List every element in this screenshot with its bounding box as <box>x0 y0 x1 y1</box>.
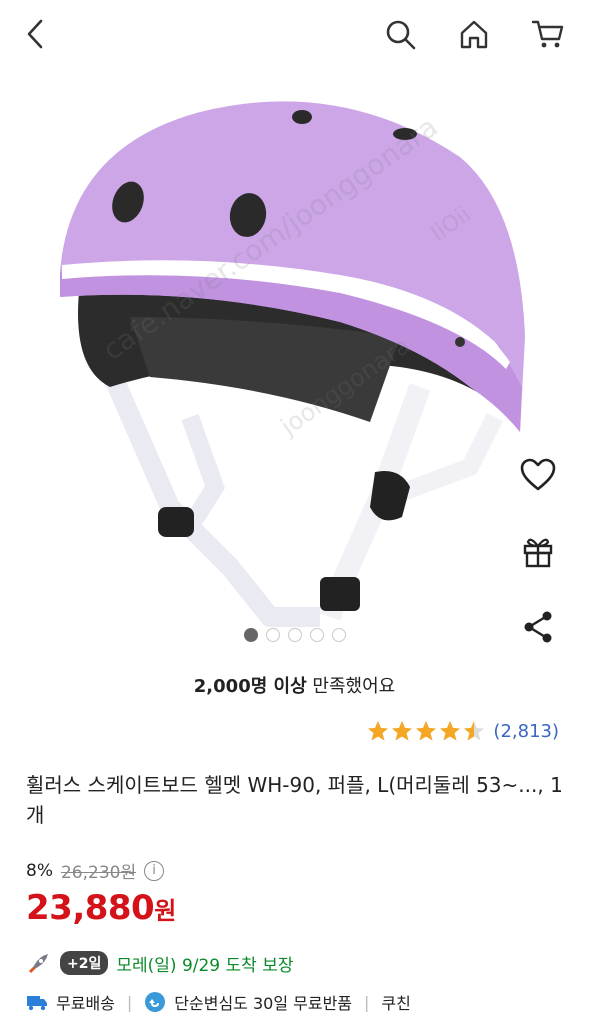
rating[interactable]: (2,813) <box>367 720 559 742</box>
cart-button[interactable] <box>528 14 568 54</box>
delivery-badge: +2일 <box>60 951 109 975</box>
satisfaction-label: 만족했어요 <box>306 676 396 697</box>
gift-button[interactable] <box>512 521 564 581</box>
divider: | <box>364 992 370 1012</box>
star-icon <box>464 721 485 741</box>
carousel-dot[interactable] <box>243 628 258 642</box>
home-button[interactable] <box>454 14 494 54</box>
search-button[interactable] <box>380 14 420 54</box>
star-icon <box>416 721 437 741</box>
carousel-dot[interactable] <box>309 628 324 642</box>
star-icon <box>368 721 389 741</box>
gift-icon <box>523 538 553 568</box>
cart-icon <box>531 20 564 48</box>
price-discount-row: 8% 26,230원 i <box>26 858 165 883</box>
benefits-row: 무료배송 | 단순변심도 30일 무료반품 | 쿠친 <box>26 990 411 1014</box>
delivery-date: 모레(일) 9/29 도착 보장 <box>116 955 294 976</box>
free-shipping-label: 무료배송 <box>56 994 115 1013</box>
product-title: 휠러스 스케이트보드 헬멧 WH-90, 퍼플, L(머리둘레 53~..., … <box>26 773 563 827</box>
return-icon <box>145 992 166 1012</box>
coupon-label[interactable]: 쿠친 <box>381 990 410 1014</box>
rocket-icon <box>28 954 48 974</box>
carousel-dot[interactable] <box>331 628 346 642</box>
carousel-dot[interactable] <box>287 628 302 642</box>
satisfaction-text: 2,000명 이상 만족했어요 <box>0 672 589 698</box>
back-icon <box>27 19 43 49</box>
review-count-link[interactable]: (2,813) <box>493 721 559 742</box>
info-icon[interactable]: i <box>144 860 165 881</box>
star-icon <box>440 721 461 741</box>
delivery-info: +2일 모레(일) 9/29 도착 보장 <box>26 950 294 976</box>
discount-rate: 8% <box>26 860 53 881</box>
top-bar <box>0 0 589 72</box>
search-icon <box>386 20 416 50</box>
home-icon <box>460 20 488 49</box>
divider: | <box>126 992 133 1012</box>
heart-icon <box>520 458 556 491</box>
star-rating <box>367 720 485 742</box>
wishlist-button[interactable] <box>512 445 564 505</box>
back-button[interactable] <box>16 14 56 54</box>
sale-price: 23,880원 <box>26 888 176 928</box>
price-unit: 원 <box>154 897 176 925</box>
truck-icon <box>27 996 47 1011</box>
carousel-indicator <box>0 628 589 642</box>
carousel-dot[interactable] <box>265 628 280 642</box>
share-button[interactable] <box>512 597 564 657</box>
star-icon <box>392 721 413 741</box>
original-price: 26,230원 <box>60 863 137 883</box>
satisfaction-count: 2,000명 이상 <box>193 676 307 697</box>
product-image-carousel[interactable]: cafe.naver.com/joonggonara joonggonara I… <box>0 72 589 652</box>
sale-price-value: 23,880 <box>26 888 155 928</box>
free-return-label: 단순변심도 30일 무료반품 <box>174 994 353 1013</box>
